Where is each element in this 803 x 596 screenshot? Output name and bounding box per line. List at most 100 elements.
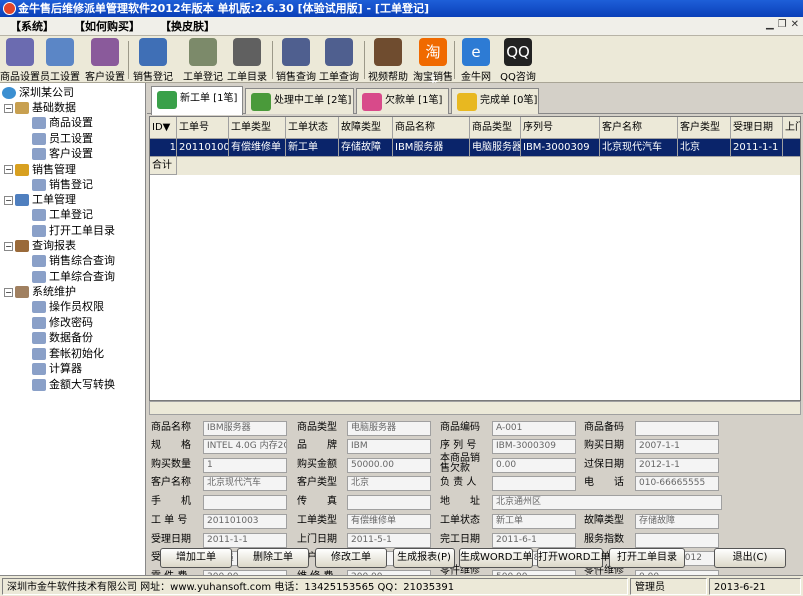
- field-input[interactable]: 北京通州区: [492, 495, 722, 510]
- field-input[interactable]: IBM-3000309: [492, 439, 576, 454]
- field-input[interactable]: IBM: [347, 439, 431, 454]
- action-button-4[interactable]: 生成WORD工单: [459, 548, 533, 568]
- field-input[interactable]: 2007-1-1: [635, 439, 719, 454]
- tree-group-3[interactable]: − 查询报表: [4, 238, 76, 253]
- field-label: 故障类型: [584, 515, 624, 526]
- column-header[interactable]: 受理日期: [731, 117, 783, 139]
- menu-item-2[interactable]: 【换皮肤】: [150, 17, 225, 36]
- table-row[interactable]: 1201101003有偿维修单新工单存储故障IBM服务器电脑服务器IBM-300…: [150, 139, 800, 157]
- field-input[interactable]: [492, 476, 576, 491]
- action-button-7[interactable]: 退出(C): [714, 548, 786, 568]
- tree-root[interactable]: 深圳某公司: [2, 85, 74, 100]
- field-input[interactable]: 存储故障: [635, 514, 719, 529]
- column-header[interactable]: 工单号: [177, 117, 229, 139]
- field-input[interactable]: 北京现代汽车: [203, 476, 287, 491]
- field-input[interactable]: [203, 495, 287, 510]
- field-input[interactable]: [635, 533, 719, 548]
- collapse-icon[interactable]: −: [4, 287, 13, 297]
- tree-item[interactable]: 数据备份: [32, 330, 93, 345]
- tree-item[interactable]: 销售综合查询: [32, 253, 115, 268]
- tree-group-0[interactable]: − 基础数据: [4, 100, 76, 115]
- tree-item[interactable]: 套帐初始化: [32, 346, 104, 361]
- toolbar-button-7[interactable]: 工单查询: [317, 38, 361, 83]
- minimize-icon[interactable]: ▁: [766, 19, 774, 30]
- restore-icon[interactable]: ❐: [778, 19, 787, 30]
- toolbar-button-10[interactable]: e 金牛网: [456, 38, 496, 83]
- tree-item[interactable]: 操作员权限: [32, 299, 104, 314]
- collapse-icon[interactable]: −: [4, 241, 13, 251]
- action-button-0[interactable]: 增加工单: [160, 548, 232, 568]
- collapse-icon[interactable]: −: [4, 103, 13, 113]
- column-header[interactable]: 客户名称: [600, 117, 678, 139]
- menu-item-0[interactable]: 【系统】: [0, 17, 64, 36]
- tree-item[interactable]: 销售登记: [32, 177, 93, 192]
- field-input[interactable]: 2011-1-1: [203, 533, 287, 548]
- column-header[interactable]: 故障类型: [339, 117, 393, 139]
- action-button-6[interactable]: 打开工单目录: [609, 548, 685, 568]
- toolbar-button-9[interactable]: 淘宝 淘宝销售: [413, 38, 453, 89]
- field-input[interactable]: 2011-5-1: [347, 533, 431, 548]
- tree-group-4[interactable]: − 系统维护: [4, 284, 76, 299]
- tree-item[interactable]: 工单综合查询: [32, 269, 115, 284]
- tree-item[interactable]: 员工设置: [32, 131, 93, 146]
- toolbar-button-0[interactable]: 商品设置: [0, 38, 40, 83]
- toolbar-button-2[interactable]: 客户设置: [83, 38, 127, 83]
- tab-3[interactable]: 完成单 [0笔]: [451, 88, 539, 114]
- field-input[interactable]: 1: [203, 458, 287, 473]
- column-header[interactable]: 序列号: [521, 117, 600, 139]
- action-button-3[interactable]: 生成报表(P): [393, 548, 455, 568]
- item-icon: [32, 148, 46, 160]
- column-header[interactable]: 工单状态: [286, 117, 339, 139]
- menu-item-1[interactable]: 【如何购买】: [64, 17, 150, 36]
- toolbar-button-8[interactable]: 视频帮助: [366, 38, 410, 83]
- tree-group-1[interactable]: − 销售管理: [4, 162, 76, 177]
- field-input[interactable]: 有偿维修单: [347, 514, 431, 529]
- field-input[interactable]: 2012-1-1: [635, 458, 719, 473]
- field-input[interactable]: 电脑服务器: [347, 421, 431, 436]
- field-input[interactable]: 50000.00: [347, 458, 431, 473]
- action-button-1[interactable]: 删除工单: [237, 548, 309, 568]
- field-input[interactable]: 201101003: [203, 514, 287, 529]
- toolbar-button-1[interactable]: 员工设置: [40, 38, 80, 83]
- tree-item[interactable]: 金额大写转换: [32, 377, 115, 392]
- toolbar-button-5[interactable]: 工单目录: [225, 38, 269, 83]
- field-input[interactable]: 新工单: [492, 514, 576, 529]
- close-icon[interactable]: ✕: [791, 19, 799, 30]
- field-input[interactable]: 2011-6-1: [492, 533, 576, 548]
- tree-item[interactable]: 修改密码: [32, 315, 93, 330]
- tree-item[interactable]: 计算器: [32, 361, 82, 376]
- toolbar-button-4[interactable]: 工单登记: [183, 38, 223, 83]
- column-header[interactable]: 商品名称: [393, 117, 470, 139]
- field-input[interactable]: INTEL 4.0G 内存2G: [203, 439, 287, 454]
- toolbar-button-6[interactable]: 销售查询: [274, 38, 318, 83]
- column-header[interactable]: 工单类型: [229, 117, 286, 139]
- column-header[interactable]: 上门: [783, 117, 800, 139]
- field-input[interactable]: 北京: [347, 476, 431, 491]
- field-input[interactable]: [635, 421, 719, 436]
- toolbar-button-3[interactable]: 销售登记: [133, 38, 173, 83]
- tab-2[interactable]: 欠款单 [1笔]: [356, 88, 449, 114]
- tree-group-2[interactable]: − 工单管理: [4, 192, 76, 207]
- action-button-2[interactable]: 修改工单: [315, 548, 387, 568]
- collapse-icon[interactable]: −: [4, 165, 13, 174]
- field-input[interactable]: 010-66665555: [635, 476, 719, 491]
- tab-0[interactable]: 新工单 [1笔]: [151, 86, 243, 115]
- tab-1[interactable]: 处理中工单 [2笔]: [245, 88, 354, 114]
- horizontal-scrollbar[interactable]: [149, 401, 801, 415]
- tree-item[interactable]: 商品设置: [32, 115, 93, 130]
- field-input[interactable]: [347, 495, 431, 510]
- toolbar-button-11[interactable]: QQ QQ咨询: [498, 38, 538, 83]
- column-header[interactable]: ID▼: [150, 117, 177, 139]
- tree-item[interactable]: 打开工单目录: [32, 223, 115, 238]
- column-header[interactable]: 客户类型: [678, 117, 731, 139]
- field-input[interactable]: A-001: [492, 421, 576, 436]
- tree-item[interactable]: 客户设置: [32, 146, 93, 161]
- tree-item[interactable]: 工单登记: [32, 207, 93, 222]
- action-button-5[interactable]: 打开WORD工单: [537, 548, 610, 568]
- column-header[interactable]: 商品类型: [470, 117, 521, 139]
- field-input[interactable]: 0.00: [492, 458, 576, 473]
- work-order-grid[interactable]: ID▼ 工单号 工单类型 工单状态 故障类型 商品名称 商品类型 序列号 客户名称 客户类型 受理日…: [149, 116, 801, 401]
- collapse-icon[interactable]: −: [4, 195, 13, 205]
- field-input[interactable]: IBM服务器: [203, 421, 287, 436]
- tab-pencil-icon: [251, 93, 271, 111]
